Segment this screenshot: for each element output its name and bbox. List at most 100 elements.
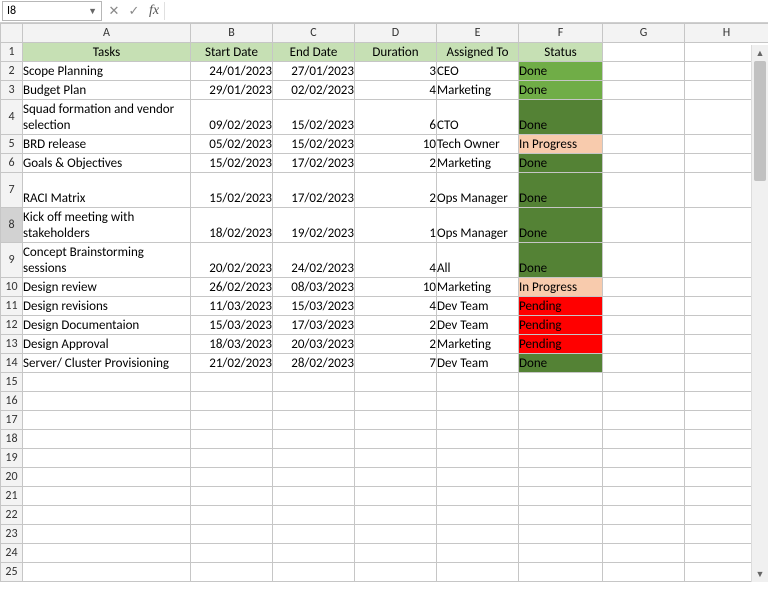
cell-status[interactable]: Done <box>519 154 603 173</box>
cell[interactable] <box>23 563 191 582</box>
header-cell-B[interactable]: Start Date <box>191 43 273 62</box>
row-header[interactable]: 6 <box>1 154 23 173</box>
spreadsheet-grid[interactable]: A B C D E F G H 1TasksStart DateEnd Date… <box>0 23 768 582</box>
cell-duration[interactable]: 4 <box>355 243 437 278</box>
cell-task[interactable]: Design review <box>23 278 191 297</box>
cell[interactable] <box>603 208 685 243</box>
cell[interactable] <box>273 487 355 506</box>
cell[interactable] <box>355 525 437 544</box>
row-header[interactable]: 19 <box>1 449 23 468</box>
cell[interactable] <box>191 449 273 468</box>
cell-start-date[interactable]: 15/03/2023 <box>191 316 273 335</box>
cell[interactable] <box>273 411 355 430</box>
cell[interactable] <box>603 43 685 62</box>
cell[interactable] <box>23 506 191 525</box>
cancel-formula-button[interactable]: ✕ <box>104 2 124 20</box>
cell[interactable] <box>23 392 191 411</box>
row-header[interactable]: 8 <box>1 208 23 243</box>
col-header-H[interactable]: H <box>685 24 768 43</box>
col-header-D[interactable]: D <box>355 24 437 43</box>
scroll-up-arrow-icon[interactable]: ▲ <box>752 45 768 61</box>
cell-start-date[interactable]: 20/02/2023 <box>191 243 273 278</box>
cell-assigned-to[interactable]: CEO <box>437 62 519 81</box>
cell[interactable] <box>23 525 191 544</box>
cell[interactable] <box>23 449 191 468</box>
cell-task[interactable]: BRD release <box>23 135 191 154</box>
cell[interactable] <box>23 373 191 392</box>
cell-end-date[interactable]: 27/01/2023 <box>273 62 355 81</box>
cell-start-date[interactable]: 09/02/2023 <box>191 100 273 135</box>
cell[interactable] <box>437 430 519 449</box>
cell[interactable] <box>437 411 519 430</box>
cell[interactable] <box>519 563 603 582</box>
header-cell-D[interactable]: Duration <box>355 43 437 62</box>
cell[interactable] <box>437 525 519 544</box>
col-header-C[interactable]: C <box>273 24 355 43</box>
row-header[interactable]: 17 <box>1 411 23 430</box>
cell-status[interactable]: Done <box>519 173 603 208</box>
row-header[interactable]: 16 <box>1 392 23 411</box>
cell-task[interactable]: Budget Plan <box>23 81 191 100</box>
cell[interactable] <box>273 563 355 582</box>
cell-start-date[interactable]: 11/03/2023 <box>191 297 273 316</box>
cell[interactable] <box>603 278 685 297</box>
cell-assigned-to[interactable]: All <box>437 243 519 278</box>
row-header[interactable]: 3 <box>1 81 23 100</box>
cell[interactable] <box>437 449 519 468</box>
chevron-down-icon[interactable]: ▼ <box>88 6 97 17</box>
col-header-F[interactable]: F <box>519 24 603 43</box>
col-header-A[interactable]: A <box>23 24 191 43</box>
cell[interactable] <box>603 354 685 373</box>
cell[interactable] <box>519 506 603 525</box>
row-header[interactable]: 22 <box>1 506 23 525</box>
cell-assigned-to[interactable]: CTO <box>437 100 519 135</box>
formula-input[interactable] <box>164 2 768 20</box>
cell[interactable] <box>519 544 603 563</box>
col-header-E[interactable]: E <box>437 24 519 43</box>
cell-duration[interactable]: 2 <box>355 173 437 208</box>
header-cell-A[interactable]: Tasks <box>23 43 191 62</box>
cell-end-date[interactable]: 24/02/2023 <box>273 243 355 278</box>
cell[interactable] <box>23 430 191 449</box>
row-header[interactable]: 1 <box>1 43 23 62</box>
cell[interactable] <box>519 487 603 506</box>
row-header[interactable]: 13 <box>1 335 23 354</box>
cell[interactable] <box>191 525 273 544</box>
cell-status[interactable]: In Progress <box>519 278 603 297</box>
cell[interactable] <box>603 81 685 100</box>
cell[interactable] <box>437 563 519 582</box>
cell-task[interactable]: Design Approval <box>23 335 191 354</box>
cell[interactable] <box>437 373 519 392</box>
cell-end-date[interactable]: 17/03/2023 <box>273 316 355 335</box>
row-header[interactable]: 15 <box>1 373 23 392</box>
cell[interactable] <box>603 544 685 563</box>
cell-status[interactable]: Done <box>519 243 603 278</box>
row-header[interactable]: 23 <box>1 525 23 544</box>
cell-duration[interactable]: 10 <box>355 135 437 154</box>
cell[interactable] <box>191 506 273 525</box>
col-header-B[interactable]: B <box>191 24 273 43</box>
name-box[interactable]: I8 ▼ <box>2 1 102 21</box>
scroll-down-arrow-icon[interactable]: ▼ <box>752 566 768 582</box>
cell-assigned-to[interactable]: Marketing <box>437 278 519 297</box>
row-header[interactable]: 18 <box>1 430 23 449</box>
cell-end-date[interactable]: 17/02/2023 <box>273 173 355 208</box>
cell[interactable] <box>273 430 355 449</box>
cell[interactable] <box>191 563 273 582</box>
cell-duration[interactable]: 3 <box>355 62 437 81</box>
cell-start-date[interactable]: 18/03/2023 <box>191 335 273 354</box>
cell-start-date[interactable]: 21/02/2023 <box>191 354 273 373</box>
cell[interactable] <box>355 563 437 582</box>
cell[interactable] <box>603 487 685 506</box>
cell[interactable] <box>603 449 685 468</box>
cell-end-date[interactable]: 15/03/2023 <box>273 297 355 316</box>
cell-status[interactable]: Done <box>519 208 603 243</box>
cell[interactable] <box>519 392 603 411</box>
cell[interactable] <box>437 392 519 411</box>
cell[interactable] <box>437 468 519 487</box>
row-header[interactable]: 7 <box>1 173 23 208</box>
cell-status[interactable]: Done <box>519 81 603 100</box>
cell-task[interactable]: RACI Matrix <box>23 173 191 208</box>
row-header[interactable]: 10 <box>1 278 23 297</box>
cell[interactable] <box>603 468 685 487</box>
